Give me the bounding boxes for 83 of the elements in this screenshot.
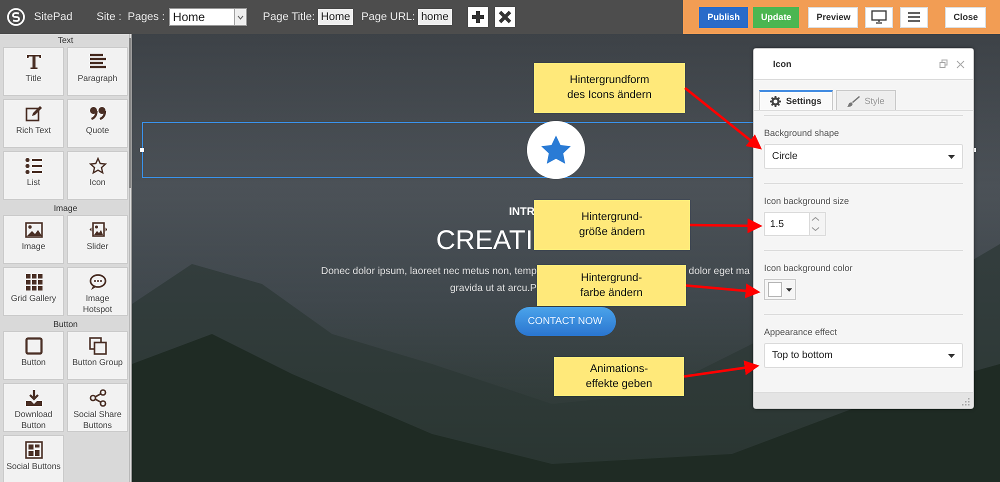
annotation-note: Hintergrund- größe ändern	[534, 200, 690, 250]
page-url-label: Page URL:	[361, 11, 416, 23]
chevron-down-icon	[236, 14, 244, 20]
add-page-button[interactable]	[468, 7, 488, 27]
resize-handle[interactable]	[140, 148, 144, 152]
widget-tile[interactable]: Quote	[67, 99, 128, 148]
field-label: Icon background color	[764, 263, 854, 273]
star-icon	[88, 157, 106, 175]
menu-icon	[907, 11, 922, 23]
download-icon	[24, 389, 42, 407]
panel-tab[interactable]: Settings	[759, 90, 833, 110]
caret-down-icon	[948, 154, 955, 158]
page-title-field[interactable]: Home	[318, 9, 354, 25]
widget-tile[interactable]: Social Buttons	[3, 435, 64, 482]
site-label: Site :	[96, 11, 122, 23]
widget-tile[interactable]: Slider	[67, 215, 128, 264]
caret-down-icon	[948, 354, 955, 358]
action-button[interactable]: Preview	[808, 6, 858, 28]
menu-button[interactable]	[900, 6, 928, 28]
app-name: SitePad	[34, 11, 73, 23]
logo-icon	[7, 8, 25, 26]
field-label: Icon background size	[764, 196, 850, 206]
pages-label: Pages :	[128, 11, 165, 23]
annotation-note: Hintergrund- farbe ändern	[537, 265, 686, 306]
brush-icon	[846, 94, 860, 106]
action-button[interactable]: Close	[945, 6, 986, 28]
speech-bubble-icon	[88, 273, 106, 291]
hero-subtitle: INTR	[509, 206, 535, 218]
image-icon	[24, 221, 42, 239]
panel-title: Icon	[773, 59, 793, 69]
square-icon	[24, 337, 42, 355]
widget-tile[interactable]: Grid Gallery	[3, 267, 64, 316]
restore-window-icon[interactable]	[939, 59, 948, 69]
slider-icon	[88, 221, 106, 239]
dropdown-field[interactable]: Top to bottom	[764, 343, 963, 368]
dropdown-field[interactable]: Circle	[764, 144, 963, 169]
list-icon	[24, 157, 42, 175]
widget-tile[interactable]: Image	[3, 215, 64, 264]
device-view-button[interactable]	[865, 6, 894, 28]
letter-t-icon	[24, 53, 42, 71]
annotation-note: Animations- effekte geben	[554, 357, 684, 396]
widget-tile[interactable]: Button	[3, 331, 64, 380]
widget-tile[interactable]: Title	[3, 47, 64, 96]
hero-text: Donec dolor ipsum, laoreet nec metus non, temp	[321, 266, 537, 277]
widget-tile[interactable]: Download Button	[3, 383, 64, 432]
field-label: Appearance effect	[764, 327, 838, 337]
color-picker[interactable]	[764, 279, 796, 300]
grid-icon	[24, 273, 42, 291]
pages-dropdown[interactable]: Home	[168, 8, 247, 26]
resize-grip-icon[interactable]	[962, 398, 970, 406]
hero-title: CREATI	[436, 225, 534, 256]
section-heading: Image	[52, 202, 78, 215]
close-icon	[496, 9, 513, 25]
widget-tile[interactable]: Paragraph	[67, 47, 128, 96]
paragraph-icon	[88, 53, 106, 71]
number-field[interactable]: 1.5	[764, 212, 826, 236]
action-button[interactable]: Publish	[699, 6, 748, 28]
close-icon[interactable]	[956, 60, 965, 68]
widget-tile[interactable]: Button Group	[67, 331, 128, 380]
section-heading: Text	[56, 34, 74, 47]
caret-down-icon	[786, 288, 792, 292]
section-heading: Button	[52, 318, 79, 331]
widget-tile[interactable]: Icon	[67, 151, 128, 200]
annotation-note: Hintergrundform des Icons ändern	[534, 63, 685, 113]
social-grid-icon	[24, 441, 42, 459]
delete-page-button[interactable]	[494, 7, 515, 27]
page-title-label: Page Title:	[262, 11, 315, 23]
quote-icon	[88, 105, 106, 123]
gear-icon	[770, 96, 781, 106]
widget-tile[interactable]: Social Share Buttons	[67, 383, 128, 432]
monitor-icon	[871, 10, 888, 24]
page-url-field[interactable]: home	[418, 9, 452, 25]
edit-icon	[24, 105, 42, 123]
stacked-squares-icon	[88, 337, 106, 355]
widget-tile[interactable]: Image Hotspot	[67, 267, 128, 316]
widget-tile[interactable]: List	[3, 151, 64, 200]
widget-tile[interactable]: Rich Text	[3, 99, 64, 148]
star-icon	[539, 134, 573, 166]
hero-text: gravida ut at arcu.P	[450, 283, 537, 294]
plus-icon	[470, 9, 486, 25]
field-label: Background shape	[764, 128, 840, 138]
hero-text: dolor eget ma	[688, 266, 750, 277]
share-icon	[88, 389, 106, 407]
